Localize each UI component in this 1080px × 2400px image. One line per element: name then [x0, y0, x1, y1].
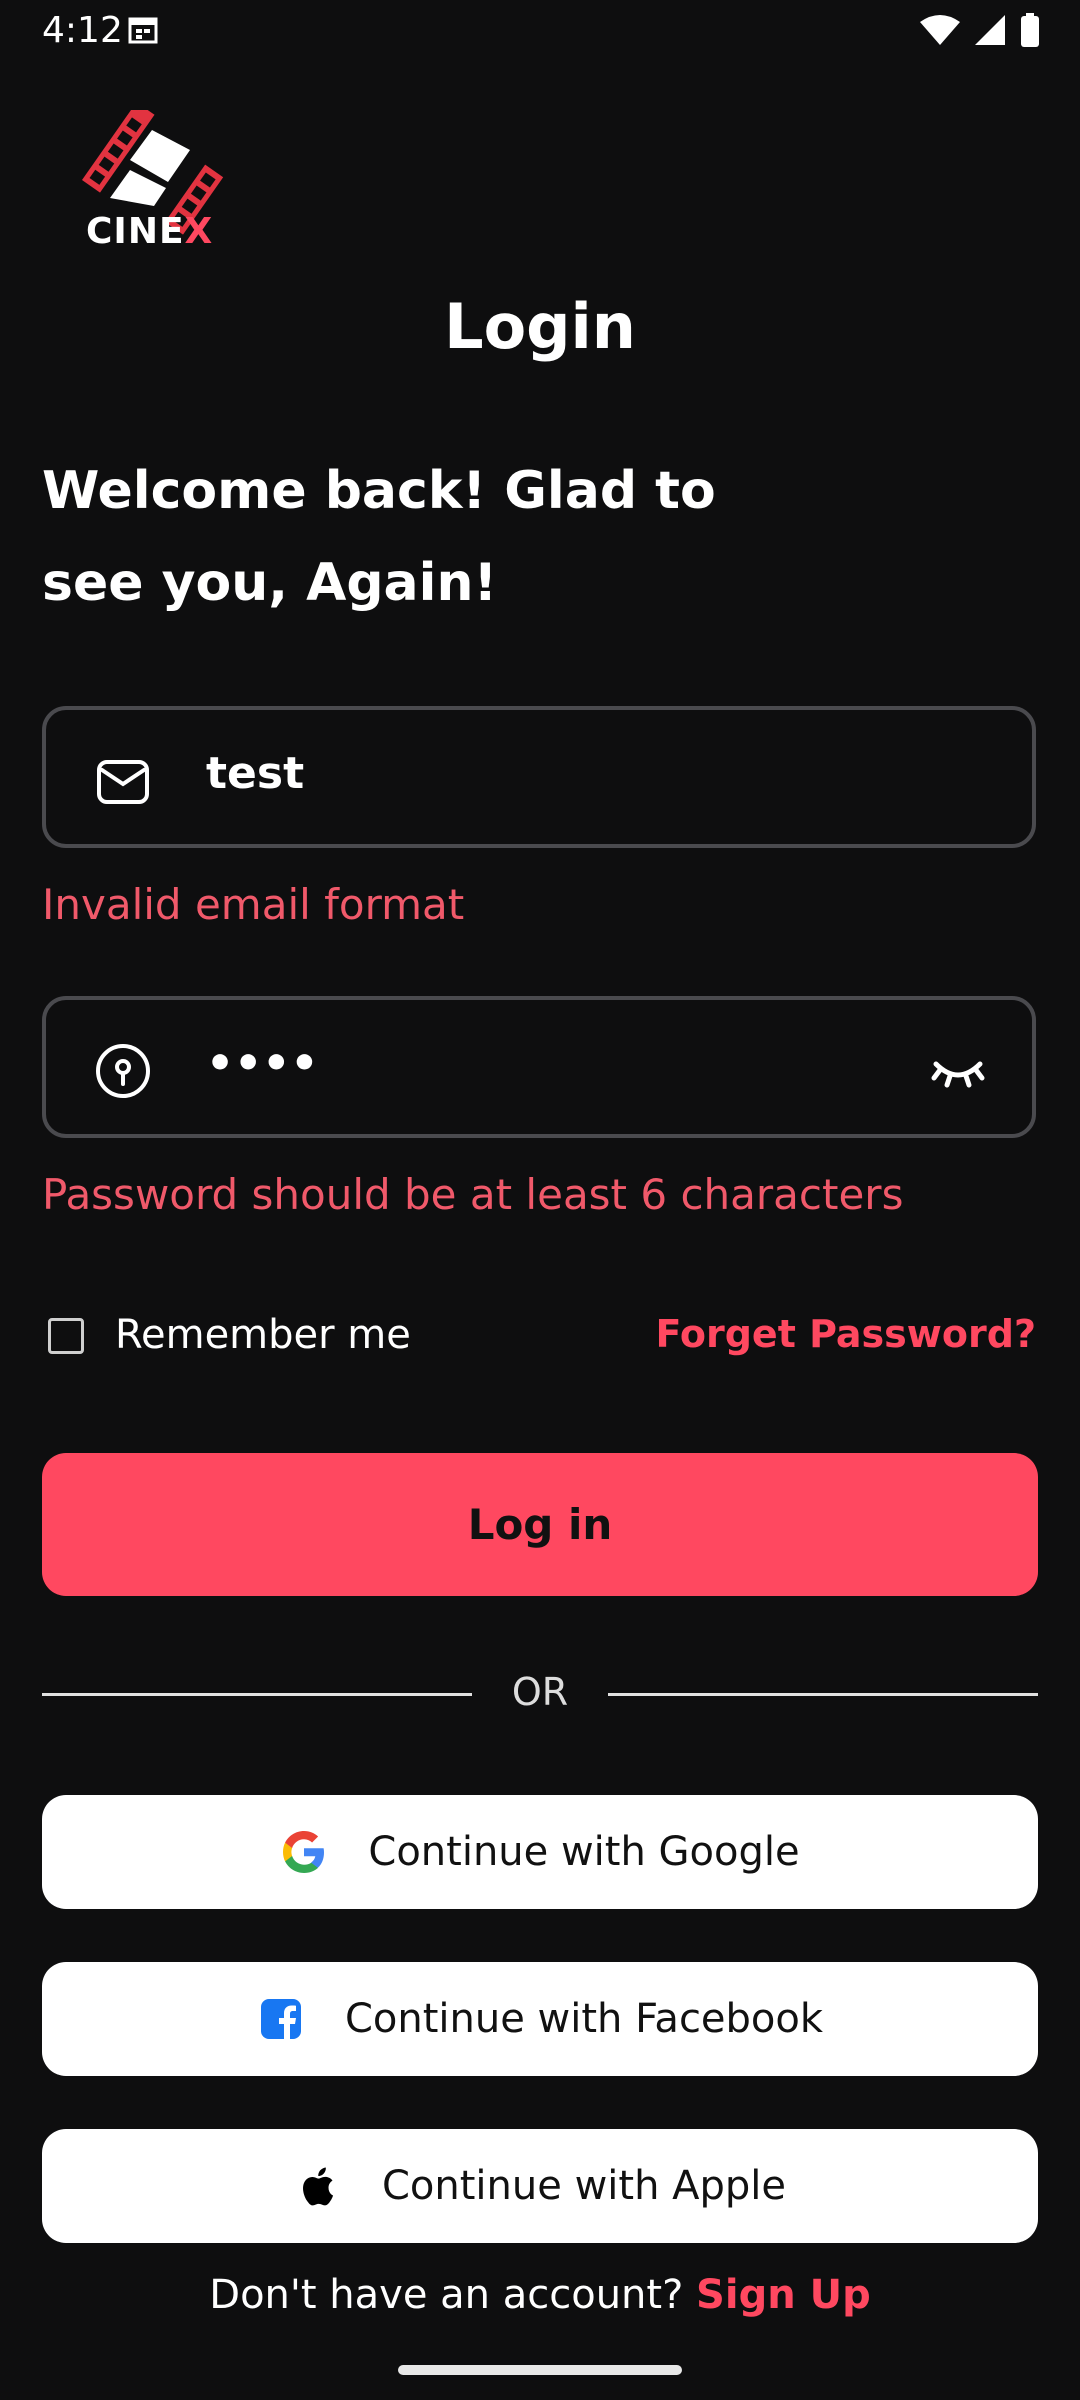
facebook-login-label: Continue with Facebook: [344, 1996, 824, 2042]
signup-prompt-text: Don't have an account?: [209, 2272, 684, 2318]
calendar-icon: [128, 17, 158, 44]
home-indicator[interactable]: [398, 2365, 682, 2375]
battery-icon: [1021, 13, 1039, 47]
facebook-login-button[interactable]: Continue with Facebook: [42, 1962, 1038, 2076]
welcome-text: Welcome back! Glad to see you, Again!: [42, 461, 716, 613]
google-login-label: Continue with Google: [368, 1829, 800, 1875]
eye-closed-icon[interactable]: [930, 1046, 986, 1096]
remember-me-checkbox[interactable]: [48, 1318, 84, 1354]
key-icon: [96, 1044, 150, 1098]
google-login-button[interactable]: Continue with Google: [42, 1795, 1038, 1909]
google-icon: [283, 1831, 325, 1873]
status-icons: [920, 12, 1040, 48]
apple-login-button[interactable]: Continue with Apple: [42, 2129, 1038, 2243]
email-error: Invalid email format: [42, 880, 465, 929]
status-time: 4:12: [42, 10, 123, 51]
password-input-value[interactable]: ••••: [206, 1038, 319, 1089]
signal-icon: [975, 15, 1005, 45]
email-input-value[interactable]: test: [206, 748, 304, 799]
signup-link[interactable]: Sign Up: [696, 2272, 871, 2318]
password-error: Password should be at least 6 characters: [42, 1170, 904, 1219]
logo-text: CINEX: [86, 211, 214, 252]
login-button[interactable]: Log in: [42, 1453, 1038, 1596]
page-title: Login: [444, 290, 636, 363]
apple-icon: [303, 2167, 334, 2206]
apple-login-label: Continue with Apple: [381, 2163, 787, 2209]
signup-prompt: Don't have an account? Sign Up: [0, 2272, 1080, 2318]
remember-me-label[interactable]: Remember me: [115, 1312, 411, 1358]
wifi-icon: [920, 15, 960, 45]
facebook-icon: [260, 1999, 301, 2039]
or-label: OR: [511, 1670, 569, 1714]
password-field[interactable]: ••••: [42, 996, 1036, 1138]
email-field[interactable]: test: [42, 706, 1036, 848]
forgot-password-link[interactable]: Forget Password?: [655, 1312, 1036, 1356]
divider-right: [608, 1693, 1038, 1696]
mail-icon: [97, 760, 149, 804]
